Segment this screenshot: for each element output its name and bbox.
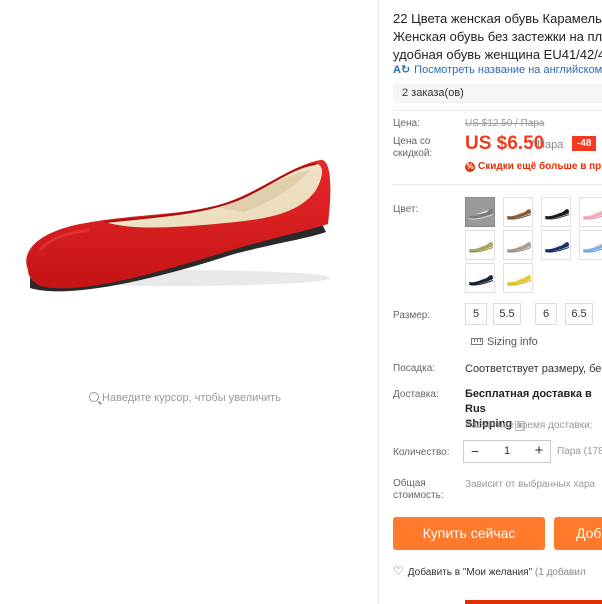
color-swatch-olive[interactable] (465, 230, 495, 260)
translate-icon: A↻ (393, 64, 411, 76)
total-value: Зависит от выбранных хара (465, 479, 596, 490)
color-swatch-pink[interactable] (579, 197, 602, 227)
fit-value: Соответствует размеру, бер (465, 363, 602, 375)
estimated-delivery: Расчётное время доставки: (465, 420, 593, 431)
wishlist-text: Добавить в "Мои желания" (407, 567, 533, 578)
size-option-5[interactable]: 5 (465, 303, 487, 325)
color-swatch-taupe[interactable] (503, 230, 533, 260)
product-title: 22 Цвета женская обувь Карамельны Женска… (393, 11, 602, 62)
color-swatch-grey-photo[interactable] (465, 197, 495, 227)
product-info-panel: 22 Цвета женская обувь Карамельны Женска… (393, 0, 602, 604)
color-swatch-yellow[interactable] (503, 263, 533, 293)
stock-available: Пара (178 (557, 446, 602, 457)
add-to-wishlist-link[interactable]: ♡ Добавить в "Мои желания" (1 добавил (393, 564, 586, 578)
promo-text: Скидки ещё больше в при (478, 161, 602, 172)
color-swatch-black[interactable] (541, 197, 571, 227)
divider (393, 110, 602, 111)
product-main-image[interactable] (10, 120, 370, 320)
sizing-info-link[interactable]: Sizing info (471, 336, 538, 348)
quantity-input[interactable]: 1 (486, 441, 528, 462)
size-label: Размер: (393, 310, 431, 321)
price-unit: / Пара (531, 139, 564, 151)
sizing-info-text: Sizing info (487, 336, 538, 348)
divider (393, 184, 602, 185)
coupon-icon: % (465, 162, 475, 172)
bottom-accent-bar (465, 600, 602, 604)
size-option-6-5[interactable]: 6.5 (565, 303, 593, 325)
ruler-icon (471, 338, 483, 345)
quantity-increase-button[interactable]: + (528, 441, 550, 462)
total-label: Общая стоимость: (393, 478, 444, 501)
color-label: Цвет: (393, 204, 419, 215)
zoom-hint-text: Наведите курсор, чтобы увеличить (102, 392, 281, 404)
orders-count: 2 заказа(ов) (393, 83, 602, 103)
product-gallery: Наведите курсор, чтобы увеличить (0, 0, 378, 604)
promo-link[interactable]: % Скидки ещё больше в при (465, 161, 602, 172)
color-swatch-light-blue[interactable] (579, 230, 602, 260)
shipping-label: Доставка: (393, 389, 439, 400)
heart-icon: ♡ (393, 564, 404, 578)
add-to-cart-button[interactable]: Доб (554, 517, 602, 550)
old-price: US $12.50 / Пара (465, 118, 545, 129)
fit-label: Посадка: (393, 363, 436, 374)
quantity-label: Количество: (393, 447, 450, 458)
size-option-6[interactable]: 6 (535, 303, 557, 325)
zoom-hint: Наведите курсор, чтобы увеличить (0, 392, 370, 404)
quantity-decrease-button[interactable]: − (464, 441, 486, 462)
discount-badge: -48 (572, 136, 597, 151)
color-swatch-navy[interactable] (541, 230, 571, 260)
size-option-5-5[interactable]: 5.5 (493, 303, 521, 325)
wishlist-count: (1 добавил (534, 567, 586, 578)
price-label: Цена: (393, 118, 420, 129)
magnifier-icon (89, 392, 100, 402)
red-flat-shoe-image (26, 159, 331, 292)
translate-link-text: Посмотреть название на английском (414, 64, 602, 76)
shipping-method-line1: Бесплатная доставка в Rus (465, 388, 592, 415)
column-divider (378, 0, 379, 604)
discount-price-label: Цена со скидкой: (393, 136, 433, 159)
buy-now-button[interactable]: Купить сейчас (393, 517, 545, 550)
color-swatch-dark-navy[interactable] (465, 263, 495, 293)
translate-title-link[interactable]: A↻ Посмотреть название на английском (393, 63, 602, 76)
quantity-stepper: − 1 + (463, 440, 551, 463)
color-swatch-brown[interactable] (503, 197, 533, 227)
